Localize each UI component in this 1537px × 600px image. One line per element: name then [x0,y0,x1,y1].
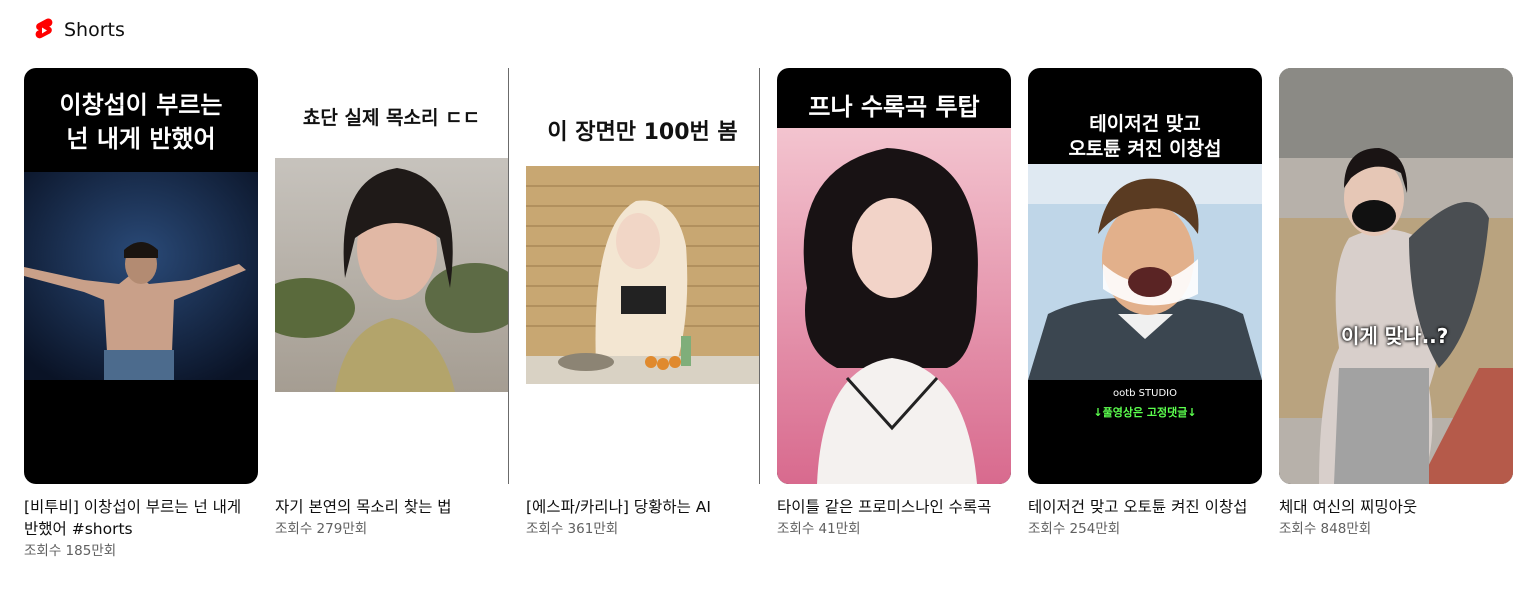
video-title[interactable]: 체대 여신의 찌밍아웃 [1279,496,1513,518]
video-title[interactable]: [에스파/카리나] 당황하는 AI [526,496,760,518]
thumbnail-image [1028,164,1262,380]
short-thumbnail[interactable]: 프나 수록곡 투탑 [777,68,1011,484]
short-card[interactable]: 프나 수록곡 투탑 타이틀 같은 프로미스나인 수록곡 조회수 41만회 [777,68,1011,561]
view-count: 조회수 254만회 [1028,521,1121,537]
caption-line: 넌 내게 반했어 [66,125,216,153]
short-card[interactable]: 이게 맞나..? 체대 여신의 찌밍아웃 조회수 848만회 [1279,68,1513,561]
thumbnail-subtitle: ↓풀영상은 고정댓글↓ [1093,406,1197,419]
short-card[interactable]: 쵸단 실제 목소리 ㄷㄷ 자기 본연의 목소리 찾는 법 조회수 279만회 [275,68,509,561]
video-title[interactable]: [비투비] 이창섭이 부르는 넌 내게 반했어 #shorts [24,496,258,540]
short-card[interactable]: 이 장면만 100번 봄 [에스파/카리나] 당황하는 AI 조회수 361만회 [526,68,760,561]
thumbnail-caption: 이 장면만 100번 봄 [547,120,738,145]
short-thumbnail[interactable]: 이창섭이 부르는 넌 내게 반했어 [24,68,258,484]
caption-line: 이창섭이 부르는 [59,91,223,119]
thumbnail-image [1279,68,1513,484]
view-count: 조회수 279만회 [275,521,368,537]
shelf-title: Shorts [64,19,125,41]
thumbnail-caption: 이창섭이 부르는 넌 내게 반했어 [24,88,258,156]
video-title[interactable]: 테이저건 맞고 오토튠 켜진 이창섭 [1028,496,1262,518]
short-card[interactable]: 이창섭이 부르는 넌 내게 반했어 [비투비] 이창섭이 부르는 넌 내게 반했… [24,68,258,561]
thumbnail-caption: 프나 수록곡 투탑 [808,93,980,121]
thumbnail-overlay-text: 이게 맞나..? [1341,324,1449,348]
youtube-shorts-icon [35,18,53,39]
thumbnail-image [777,128,1011,484]
studio-label: ootb STUDIO [1113,388,1177,399]
thumbnail-image [275,158,508,392]
shelf-header: Shorts [34,18,125,42]
caption-line: 테이저건 맞고 [1089,113,1201,135]
caption-line: 오토튠 켜진 이창섭 [1068,138,1222,160]
view-count: 조회수 41만회 [777,521,861,537]
view-count: 조회수 361만회 [526,521,619,537]
video-title[interactable]: 자기 본연의 목소리 찾는 법 [275,496,509,518]
view-count: 조회수 848만회 [1279,521,1372,537]
thumbnail-caption: 쵸단 실제 목소리 ㄷㄷ [302,107,481,129]
shorts-grid: 이창섭이 부르는 넌 내게 반했어 [비투비] 이창섭이 부르는 넌 내게 반했… [24,68,1513,561]
thumbnail-image [24,172,258,380]
short-card[interactable]: 테이저건 맞고 오토튠 켜진 이창섭 ootb STUDIO ↓풀영상은 고정댓… [1028,68,1262,561]
thumbnail-caption: 테이저건 맞고 오토튠 켜진 이창섭 [1028,112,1262,162]
short-thumbnail[interactable]: 이 장면만 100번 봄 [526,68,760,484]
short-thumbnail[interactable]: 쵸단 실제 목소리 ㄷㄷ [275,68,509,484]
view-count: 조회수 185만회 [24,543,117,559]
thumbnail-image [526,166,759,384]
short-thumbnail[interactable]: 테이저건 맞고 오토튠 켜진 이창섭 ootb STUDIO ↓풀영상은 고정댓… [1028,68,1262,484]
short-thumbnail[interactable]: 이게 맞나..? [1279,68,1513,484]
video-title[interactable]: 타이틀 같은 프로미스나인 수록곡 [777,496,1011,518]
